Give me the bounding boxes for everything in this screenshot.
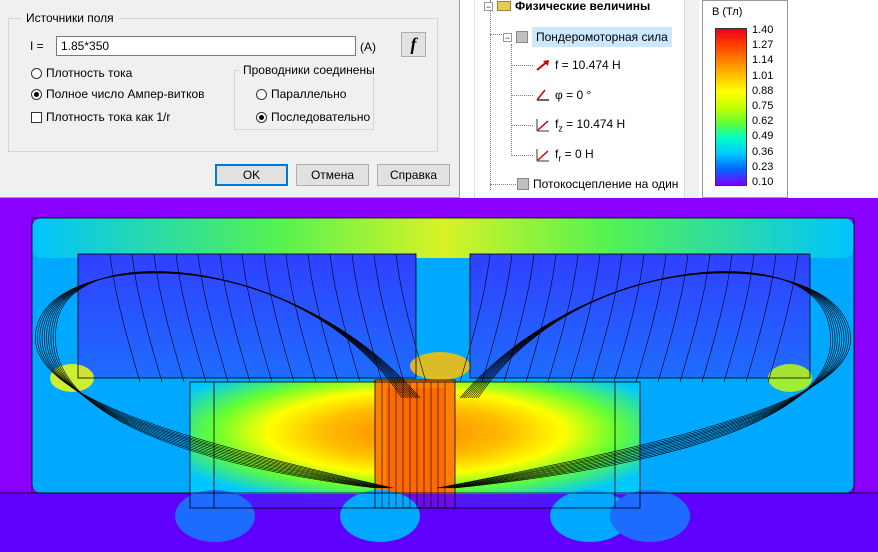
legend-tick-label: 0.36: [752, 145, 774, 158]
radio-selected-icon: [256, 111, 267, 123]
bottom-gap-far-left: [175, 490, 255, 542]
legend-tick-label: 0.62: [752, 115, 774, 128]
color-legend: B (Тл) 1.40 1.27 1.14 1.01 0.88 0.75 0.62 0.49 0…: [702, 0, 788, 198]
legend-tick-label: 0.49: [752, 130, 774, 143]
central-pole-core: [386, 388, 444, 498]
tree-line: [511, 125, 533, 126]
tree-line: [490, 0, 491, 190]
phi-value: φ = 0 °: [555, 88, 592, 102]
formula-button[interactable]: f: [401, 32, 426, 57]
tree-line: [511, 44, 512, 156]
force-vector-icon: [536, 60, 549, 71]
tree-line: [490, 34, 502, 35]
legend-tick-label: 1.14: [752, 54, 774, 67]
conductors-group-label: Проводники соединены: [240, 63, 378, 77]
field-sources-dialog: Источники поля I = (A) f Плотность тока …: [0, 0, 460, 198]
legend-tick-label: 0.75: [752, 100, 774, 112]
tree-line: [511, 65, 533, 66]
quantity-icon: [516, 31, 528, 43]
tree-scrollbar[interactable]: [684, 0, 699, 198]
legend-tick-label: 1.40: [752, 24, 774, 36]
current-density-radio[interactable]: Плотность тока: [31, 66, 132, 80]
total-ampere-turns-label: Полное число Ампер-витков: [46, 87, 205, 101]
tree-line: [511, 95, 533, 96]
angle-icon: [536, 89, 549, 101]
current-unit-label: (A): [360, 40, 376, 54]
folder-icon: [497, 1, 511, 11]
tree-node-f[interactable]: f = 10.474 Н: [535, 58, 621, 72]
flux-linkage-label: Потокосцепление на один: [533, 177, 679, 191]
series-radio[interactable]: Последовательно: [256, 110, 370, 124]
tree-node-phi[interactable]: φ = 0 °: [535, 88, 591, 102]
current-input[interactable]: [56, 36, 356, 56]
fr-vector-icon: [536, 149, 549, 162]
tree-node-flux-linkage[interactable]: Потокосцепление на один: [517, 177, 678, 191]
radio-icon: [256, 88, 267, 100]
left-winding-window: [78, 254, 416, 378]
tree-line: [490, 184, 516, 185]
bottom-region: [0, 494, 878, 552]
collapse-icon[interactable]: −: [484, 1, 493, 11]
tree-line: [511, 155, 533, 156]
current-density-1r-checkbox[interactable]: Плотность тока как 1/r: [31, 110, 170, 124]
radio-selected-icon: [31, 88, 42, 100]
sources-group-label: Источники поля: [22, 11, 118, 25]
parallel-label: Параллельно: [271, 87, 347, 101]
ponderomotive-force-label: Пондеромоторная сила: [532, 27, 672, 47]
tree-node-fz[interactable]: fz = 10.474 Н: [535, 117, 625, 133]
radio-icon: [31, 67, 42, 79]
bottom-gap-left: [340, 490, 420, 542]
tree-node-physical-quantities[interactable]: − Физические величины: [484, 0, 650, 13]
checkbox-icon: [31, 111, 42, 123]
total-ampere-turns-radio[interactable]: Полное число Ампер-витков: [31, 87, 205, 101]
tree-node-fr[interactable]: fr = 0 Н: [535, 147, 594, 163]
fz-value: fz = 10.474 Н: [555, 117, 626, 134]
tree-node-ponderomotive-force[interactable]: − Пондеромоторная сила: [503, 27, 672, 47]
parallel-radio[interactable]: Параллельно: [256, 87, 346, 101]
current-density-label: Плотность тока: [46, 66, 133, 80]
series-label: Последовательно: [271, 110, 371, 124]
fr-value: fr = 0 Н: [555, 147, 594, 164]
yoke-top-band: [32, 218, 854, 258]
current-label: I =: [30, 39, 44, 53]
results-tree: − Физические величины − Пондеромоторная …: [474, 0, 685, 198]
legend-tick-label: 0.10: [752, 176, 774, 188]
current-density-1r-label: Плотность тока как 1/r: [46, 110, 171, 124]
legend-tick-label: 0.88: [752, 84, 774, 97]
quantity-icon: [517, 178, 529, 190]
legend-tick-label: 1.27: [752, 39, 774, 52]
f-value: f = 10.474 Н: [555, 58, 621, 72]
ok-button[interactable]: OK: [215, 164, 288, 186]
cancel-button[interactable]: Отмена: [296, 164, 369, 186]
collapse-icon[interactable]: −: [503, 32, 512, 42]
fz-vector-icon: [536, 119, 549, 132]
legend-title: B (Тл): [712, 6, 743, 18]
help-button[interactable]: Справка: [377, 164, 450, 186]
gap-hotspot: [410, 352, 470, 380]
legend-tick-label: 0.23: [752, 160, 774, 173]
physical-quantities-label: Физические величины: [515, 0, 651, 13]
legend-tick-label: 1.01: [752, 69, 774, 82]
legend-color-bar: [715, 28, 747, 186]
field-plot[interactable]: [0, 198, 878, 552]
right-winding-window: [470, 254, 810, 378]
bottom-gap-far-right: [610, 490, 690, 542]
